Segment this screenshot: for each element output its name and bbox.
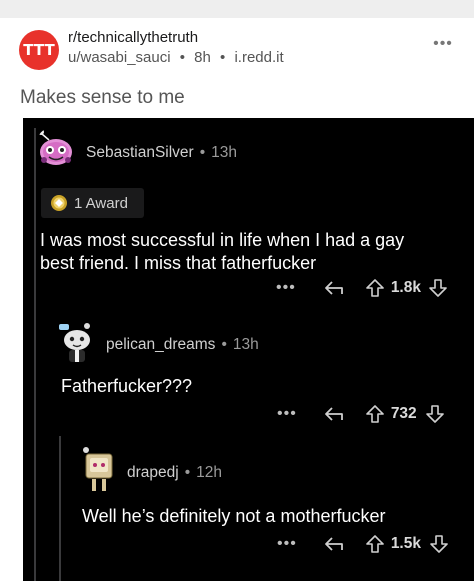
post-title[interactable]: Makes sense to me: [20, 87, 185, 109]
snoo-avatar-icon: [59, 323, 90, 362]
comment-body: Well he’s definitely not a motherfucker: [82, 505, 386, 528]
award-label: 1 Award: [74, 194, 128, 212]
comment-line: Well he’s definitely not a motherfucker: [82, 506, 386, 526]
award-icon: [51, 195, 67, 211]
comment-username[interactable]: drapedj: [127, 464, 179, 481]
comment-author-line: pelican_dreams • 13h: [106, 336, 259, 354]
more-icon[interactable]: •••: [277, 535, 297, 553]
snoo-avatar-icon: [38, 129, 72, 165]
downvote-icon[interactable]: [429, 279, 447, 297]
meta-separator: •: [179, 49, 185, 66]
downvote-icon[interactable]: [425, 405, 444, 423]
comment-age: 13h: [232, 336, 259, 353]
upvote-icon[interactable]: [366, 405, 384, 423]
thread-line: [59, 436, 61, 581]
vote-score: 1.8k: [390, 279, 421, 296]
snoo-avatar-icon: [83, 447, 113, 491]
reply-icon[interactable]: [324, 280, 344, 296]
comment-username[interactable]: pelican_dreams: [106, 336, 215, 353]
avatar[interactable]: [35, 126, 75, 170]
comment-actions: ••• 1.8k: [276, 276, 447, 300]
subreddit-name[interactable]: r/technicallythetruth: [68, 29, 198, 46]
meta-separator: •: [220, 49, 226, 66]
comment-line: best friend. I miss that fatherfucker: [40, 253, 317, 273]
post-more-button[interactable]: •••: [430, 36, 456, 52]
subreddit-avatar[interactable]: TTT: [19, 30, 59, 70]
post-author[interactable]: u/wasabi_sauci: [68, 49, 171, 66]
avatar[interactable]: [57, 320, 97, 364]
dot-separator: •: [184, 464, 191, 481]
avatar[interactable]: [78, 446, 118, 494]
upvote-icon[interactable]: [366, 535, 384, 553]
vote-score: 1.5k: [390, 535, 421, 552]
comment-body: I was most successful in life when I had…: [40, 229, 404, 275]
post-header: [0, 18, 474, 78]
comment-author-line: SebastianSilver • 13h: [86, 144, 237, 162]
comment-line: Fatherfucker???: [61, 376, 193, 396]
award-chip[interactable]: 1 Award: [41, 188, 144, 218]
dot-separator: •: [199, 144, 206, 161]
upvote-icon[interactable]: [366, 279, 384, 297]
comment-body: Fatherfucker???: [61, 375, 192, 398]
reply-icon[interactable]: [324, 406, 344, 422]
downvote-icon[interactable]: [430, 535, 448, 553]
comment-actions: ••• 1.5k: [277, 532, 448, 556]
dot-separator: •: [221, 336, 227, 353]
comment-author-line: drapedj • 12h: [127, 464, 222, 482]
post-domain[interactable]: i.redd.it: [234, 49, 283, 66]
post-image[interactable]: SebastianSilver • 13h 1 Award I was most s…: [23, 118, 474, 581]
thread-line: [34, 315, 36, 581]
comment-username[interactable]: SebastianSilver: [86, 144, 194, 161]
comment-age: 12h: [196, 464, 223, 481]
vote-score: 732: [390, 405, 417, 422]
post-age: 8h: [194, 49, 211, 66]
more-icon[interactable]: •••: [276, 279, 296, 297]
comment-age: 13h: [211, 144, 238, 161]
post-meta: u/wasabi_sauci • 8h • i.redd.it: [68, 49, 284, 66]
top-strip: [0, 0, 474, 18]
reply-icon[interactable]: [324, 536, 344, 552]
more-icon[interactable]: •••: [277, 405, 297, 423]
comment-actions: ••• 732: [277, 402, 444, 426]
comment-line: I was most successful in life when I had…: [40, 230, 405, 250]
